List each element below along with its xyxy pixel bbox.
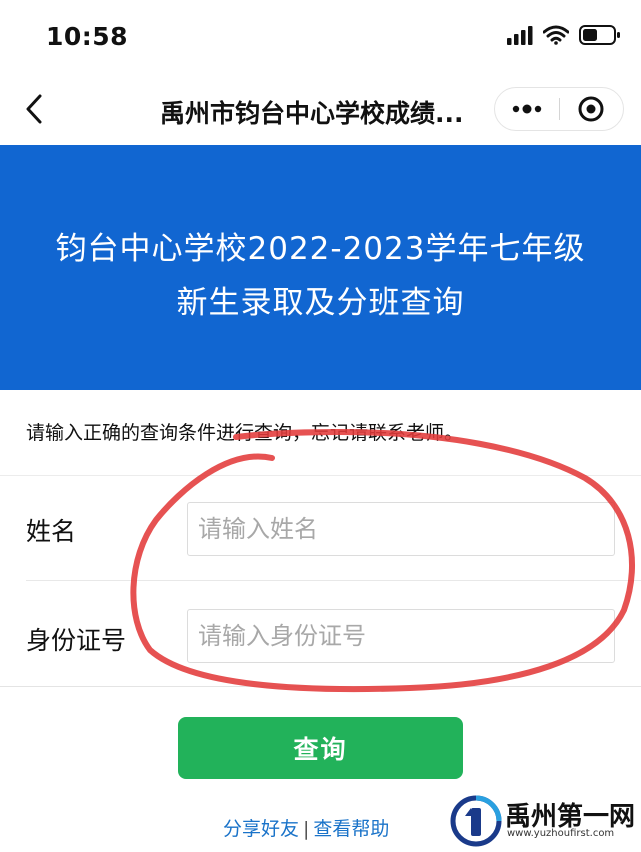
link-separator: | — [303, 818, 310, 840]
id-number-input[interactable] — [187, 609, 615, 663]
watermark-url: www.yuzhoufirst.com — [507, 828, 615, 839]
name-label: 姓名 — [26, 517, 77, 546]
signal-icon — [507, 25, 533, 49]
status-bar: 10:58 — [0, 0, 641, 72]
query-form: 姓名 身份证号 — [0, 476, 641, 686]
mini-program-capsule — [494, 87, 624, 131]
view-help-link[interactable]: 查看帮助 — [313, 818, 389, 840]
logo-icon — [449, 794, 503, 852]
name-input[interactable] — [187, 502, 615, 556]
form-bottom-divider — [0, 686, 641, 687]
watermark: 禹州第一网 www.yuzhoufirst.com — [447, 792, 637, 850]
wifi-icon — [542, 25, 570, 49]
page-title: 禹州市钧台中心学校成绩... — [160, 99, 464, 128]
query-notice: 请输入正确的查询条件进行查询，忘记请联系老师。 — [26, 422, 464, 444]
id-number-label: 身份证号 — [26, 626, 127, 655]
query-button[interactable]: 查询 — [178, 717, 463, 779]
banner-title-line1: 钧台中心学校2022-2023学年七年级 — [55, 231, 586, 267]
battery-icon — [579, 24, 621, 50]
back-icon[interactable] — [20, 92, 50, 126]
status-icons — [507, 24, 621, 50]
share-friends-link[interactable]: 分享好友 — [223, 818, 299, 840]
nav-bar: 禹州市钧台中心学校成绩... — [0, 72, 641, 144]
banner-title-line2: 新生录取及分班查询 — [176, 285, 465, 321]
status-time: 10:58 — [46, 22, 129, 51]
close-icon[interactable] — [560, 88, 623, 130]
name-row: 姓名 — [0, 476, 641, 581]
id-number-row: 身份证号 — [0, 581, 641, 685]
more-icon[interactable] — [495, 88, 559, 130]
header-banner: 钧台中心学校2022-2023学年七年级 新生录取及分班查询 — [0, 145, 641, 390]
footer-links: 分享好友 | 查看帮助 — [223, 814, 389, 841]
